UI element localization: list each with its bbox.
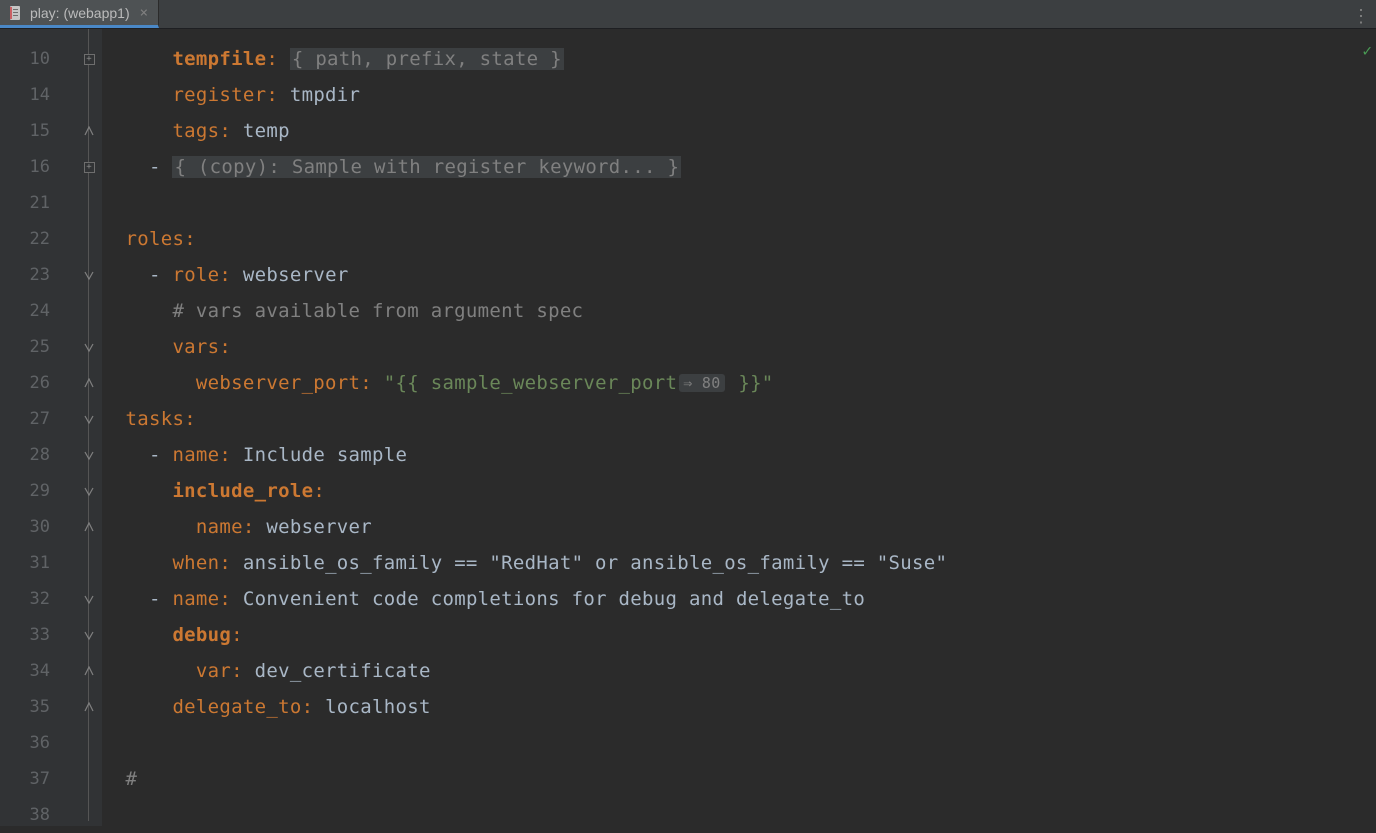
line-number[interactable]: 23: [0, 257, 76, 293]
code-line: [102, 185, 1376, 221]
fold-end-icon[interactable]: [84, 522, 95, 533]
line-number[interactable]: 15: [0, 113, 76, 149]
code-line: vars:: [102, 329, 1376, 365]
vertical-scrollbar[interactable]: [1364, 58, 1376, 826]
code-line: # vars available from argument spec: [102, 293, 1376, 329]
tab-bar: play: (webapp1) × ⋮: [0, 0, 1376, 29]
code-line: - name: Convenient code completions for …: [102, 581, 1376, 617]
line-number[interactable]: 14: [0, 77, 76, 113]
fold-end-icon[interactable]: [84, 126, 95, 137]
fold-end-icon[interactable]: [84, 378, 95, 389]
code-line: webserver_port: "{{ sample_webserver_por…: [102, 365, 1376, 401]
code-line: when: ansible_os_family == "RedHat" or a…: [102, 545, 1376, 581]
fold-gutter: + +: [76, 29, 102, 826]
code-line: tempfile: { path, prefix, state }: [102, 41, 1376, 77]
more-icon[interactable]: ⋮: [1352, 6, 1370, 27]
fold-end-icon[interactable]: [84, 666, 95, 677]
fold-collapse-icon[interactable]: [84, 270, 95, 281]
line-number[interactable]: 32: [0, 581, 76, 617]
line-number[interactable]: 26: [0, 365, 76, 401]
fold-collapse-icon[interactable]: [84, 630, 95, 641]
code-line: tags: temp: [102, 113, 1376, 149]
line-number[interactable]: 33: [0, 617, 76, 653]
code-line: #: [102, 761, 1376, 797]
line-number[interactable]: 30: [0, 509, 76, 545]
line-number[interactable]: 29: [0, 473, 76, 509]
code-line: roles:: [102, 221, 1376, 257]
line-number[interactable]: 34: [0, 653, 76, 689]
line-number[interactable]: 28: [0, 437, 76, 473]
code-line: var: dev_certificate: [102, 653, 1376, 689]
inline-hint: ⇒ 80: [679, 374, 724, 392]
fold-expand-icon[interactable]: +: [84, 162, 95, 173]
fold-end-icon[interactable]: [84, 702, 95, 713]
code-line: - role: webserver: [102, 257, 1376, 293]
line-number[interactable]: 37: [0, 761, 76, 797]
line-number[interactable]: 21: [0, 185, 76, 221]
line-number[interactable]: 35: [0, 689, 76, 725]
fold-collapse-icon[interactable]: [84, 594, 95, 605]
code-line: include_role:: [102, 473, 1376, 509]
code-line: - { (copy): Sample with register keyword…: [102, 149, 1376, 185]
line-number[interactable]: 16: [0, 149, 76, 185]
line-number-gutter: 10 14 15 16 21 22 23 24 25 26 27 28 29 3…: [0, 29, 76, 826]
code-line: tasks:: [102, 401, 1376, 437]
fold-collapse-icon[interactable]: [84, 486, 95, 497]
code-line: debug:: [102, 617, 1376, 653]
code-content[interactable]: tempfile: { path, prefix, state } regist…: [102, 29, 1376, 826]
fold-collapse-icon[interactable]: [84, 450, 95, 461]
line-number[interactable]: 25: [0, 329, 76, 365]
line-number[interactable]: 24: [0, 293, 76, 329]
line-number[interactable]: 38: [0, 797, 76, 833]
code-line: delegate_to: localhost: [102, 689, 1376, 725]
fold-collapse-icon[interactable]: [84, 414, 95, 425]
editor-tab[interactable]: play: (webapp1) ×: [0, 0, 159, 28]
code-line: name: webserver: [102, 509, 1376, 545]
line-number[interactable]: 31: [0, 545, 76, 581]
code-editor[interactable]: ✓ 10 14 15 16 21 22 23 24 25 26 27 28 29…: [0, 29, 1376, 826]
line-number[interactable]: 10: [0, 41, 76, 77]
code-line: [102, 725, 1376, 761]
close-icon[interactable]: ×: [140, 5, 148, 21]
code-line: - name: Include sample: [102, 437, 1376, 473]
line-number[interactable]: 36: [0, 725, 76, 761]
line-number[interactable]: 22: [0, 221, 76, 257]
tab-title: play: (webapp1): [30, 5, 130, 21]
fold-collapse-icon[interactable]: [84, 342, 95, 353]
fold-expand-icon[interactable]: +: [84, 54, 95, 65]
line-number[interactable]: 27: [0, 401, 76, 437]
code-line: register: tmpdir: [102, 77, 1376, 113]
ansible-file-icon: [8, 5, 24, 21]
code-line: [102, 797, 1376, 833]
